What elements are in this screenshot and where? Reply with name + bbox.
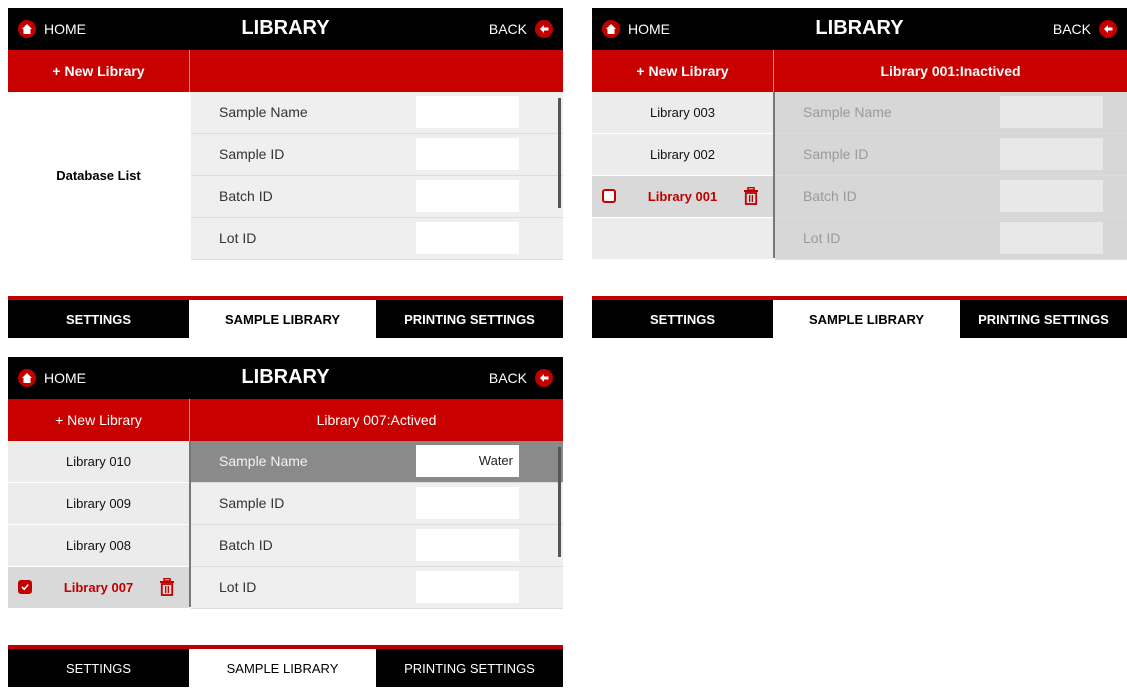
field-row-lot-id: Lot ID: [775, 218, 1127, 260]
library-screen-inactive: HOME LIBRARY BACK + New Library Library …: [592, 8, 1127, 348]
field-label: Lot ID: [803, 230, 841, 246]
list-item[interactable]: Library 010: [8, 441, 189, 483]
sample-form: Sample Name Sample ID Batch ID Lot ID: [775, 92, 1127, 260]
bottom-tab-bar: SETTINGS SAMPLE LIBRARY PRINTING SETTING…: [8, 649, 563, 687]
sample-name-input[interactable]: Water: [416, 445, 519, 477]
back-arrow-icon: [535, 20, 553, 38]
sample-name-input[interactable]: [416, 96, 519, 128]
list-item[interactable]: Library 003: [592, 92, 773, 134]
top-bar: HOME LIBRARY BACK: [8, 8, 563, 50]
tab-printing-settings[interactable]: PRINTING SETTINGS: [376, 300, 563, 338]
list-item[interactable]: Library 002: [592, 134, 773, 176]
library-screen-active: HOME LIBRARY BACK + New Library Library …: [8, 357, 563, 697]
form-scrollbar[interactable]: [558, 98, 561, 208]
field-row-sample-id: Sample ID: [775, 134, 1127, 176]
field-row-sample-name: Sample Name Water: [191, 441, 563, 483]
back-button[interactable]: BACK: [489, 368, 553, 388]
field-row-lot-id: Lot ID: [191, 218, 563, 260]
list-item[interactable]: Library 008: [8, 525, 189, 567]
list-item[interactable]: Library 009: [8, 483, 189, 525]
field-row-batch-id: Batch ID: [191, 176, 563, 218]
back-label: BACK: [488, 370, 527, 386]
library-status: [190, 50, 563, 92]
sample-id-input: [1000, 138, 1103, 170]
lot-id-input[interactable]: [416, 571, 519, 603]
tab-printing-settings[interactable]: PRINTING SETTINGS: [376, 649, 563, 687]
field-row-batch-id: Batch ID: [775, 176, 1127, 218]
tab-settings[interactable]: SETTINGS: [592, 300, 773, 338]
sample-name-input: [1000, 96, 1103, 128]
lot-id-input[interactable]: [416, 222, 519, 254]
select-checkbox[interactable]: [602, 189, 616, 203]
field-label: Batch ID: [803, 188, 857, 204]
bottom-tab-bar: SETTINGS SAMPLE LIBRARY PRINTING SETTING…: [592, 300, 1127, 338]
new-library-button[interactable]: + New Library: [8, 399, 190, 441]
field-label: Batch ID: [219, 537, 273, 553]
field-row-sample-id: Sample ID: [191, 483, 563, 525]
sample-form: Sample Name Water Sample ID Batch ID Lot…: [191, 441, 563, 609]
tab-sample-library[interactable]: SAMPLE LIBRARY: [189, 649, 376, 687]
library-status: Library 001:Inactived: [880, 63, 1021, 79]
tab-printing-settings[interactable]: PRINTING SETTINGS: [960, 300, 1127, 338]
batch-id-input: [1000, 180, 1103, 212]
back-button[interactable]: BACK: [489, 19, 553, 39]
top-bar: HOME LIBRARY BACK: [592, 8, 1127, 50]
page-title: LIBRARY: [241, 366, 330, 388]
library-list: Library 003 Library 002 Library 001: [592, 92, 773, 260]
batch-id-input[interactable]: [416, 180, 519, 212]
field-label: Lot ID: [219, 579, 257, 595]
library-toolbar: + New Library Library 001:Inactived: [592, 50, 1127, 92]
back-arrow-icon: [1099, 20, 1117, 38]
field-label: Lot ID: [219, 230, 257, 246]
field-label: Sample ID: [803, 146, 869, 162]
sample-id-input[interactable]: [416, 138, 519, 170]
top-bar: HOME LIBRARY BACK: [8, 357, 563, 399]
field-label: Sample Name: [803, 104, 892, 120]
database-list-label: Database List: [56, 167, 141, 183]
batch-id-input[interactable]: [416, 529, 519, 561]
field-label: Sample ID: [219, 146, 285, 162]
field-label: Sample ID: [219, 495, 285, 511]
sample-form: Sample Name Sample ID Batch ID Lot ID: [191, 92, 563, 260]
back-button[interactable]: BACK: [1053, 19, 1117, 39]
new-library-button[interactable]: + New Library: [8, 50, 190, 92]
field-row-batch-id: Batch ID: [191, 525, 563, 567]
page-title: LIBRARY: [241, 17, 330, 39]
field-row-sample-id: Sample ID: [191, 134, 563, 176]
back-arrow-icon: [535, 369, 553, 387]
list-item-selected[interactable]: Library 007: [8, 567, 189, 609]
back-label: BACK: [488, 21, 527, 37]
field-label: Sample Name: [219, 453, 308, 469]
bottom-tab-bar: SETTINGS SAMPLE LIBRARY PRINTING SETTING…: [8, 300, 563, 338]
trash-icon[interactable]: [159, 578, 175, 596]
checked-checkbox-icon[interactable]: [18, 580, 32, 594]
list-item-empty: [592, 218, 773, 260]
tab-settings[interactable]: SETTINGS: [8, 300, 189, 338]
library-toolbar: + New Library: [8, 50, 563, 92]
field-label: Sample Name: [219, 104, 308, 120]
new-library-button[interactable]: + New Library: [592, 50, 774, 92]
tab-settings[interactable]: SETTINGS: [8, 649, 189, 687]
trash-icon[interactable]: [743, 187, 759, 205]
library-name: Library 001: [647, 189, 718, 204]
tab-sample-library[interactable]: SAMPLE LIBRARY: [773, 300, 960, 338]
lot-id-input: [1000, 222, 1103, 254]
library-list: Database List: [8, 92, 189, 258]
library-status: Library 007:Actived: [316, 412, 437, 428]
tab-sample-library[interactable]: SAMPLE LIBRARY: [189, 300, 376, 338]
field-row-sample-name: Sample Name: [191, 92, 563, 134]
sample-id-input[interactable]: [416, 487, 519, 519]
library-name: Library 007: [63, 580, 134, 595]
library-list: Library 010 Library 009 Library 008 Libr…: [8, 441, 189, 609]
field-label: Batch ID: [219, 188, 273, 204]
field-row-lot-id: Lot ID: [191, 567, 563, 609]
list-item-selected[interactable]: Library 001: [592, 176, 773, 218]
library-screen-empty: HOME LIBRARY BACK + New Library Database…: [8, 8, 563, 348]
page-title: LIBRARY: [815, 17, 904, 39]
library-toolbar: + New Library Library 007:Actived: [8, 399, 563, 441]
form-scrollbar[interactable]: [558, 447, 561, 557]
field-row-sample-name: Sample Name: [775, 92, 1127, 134]
back-label: BACK: [1052, 21, 1091, 37]
